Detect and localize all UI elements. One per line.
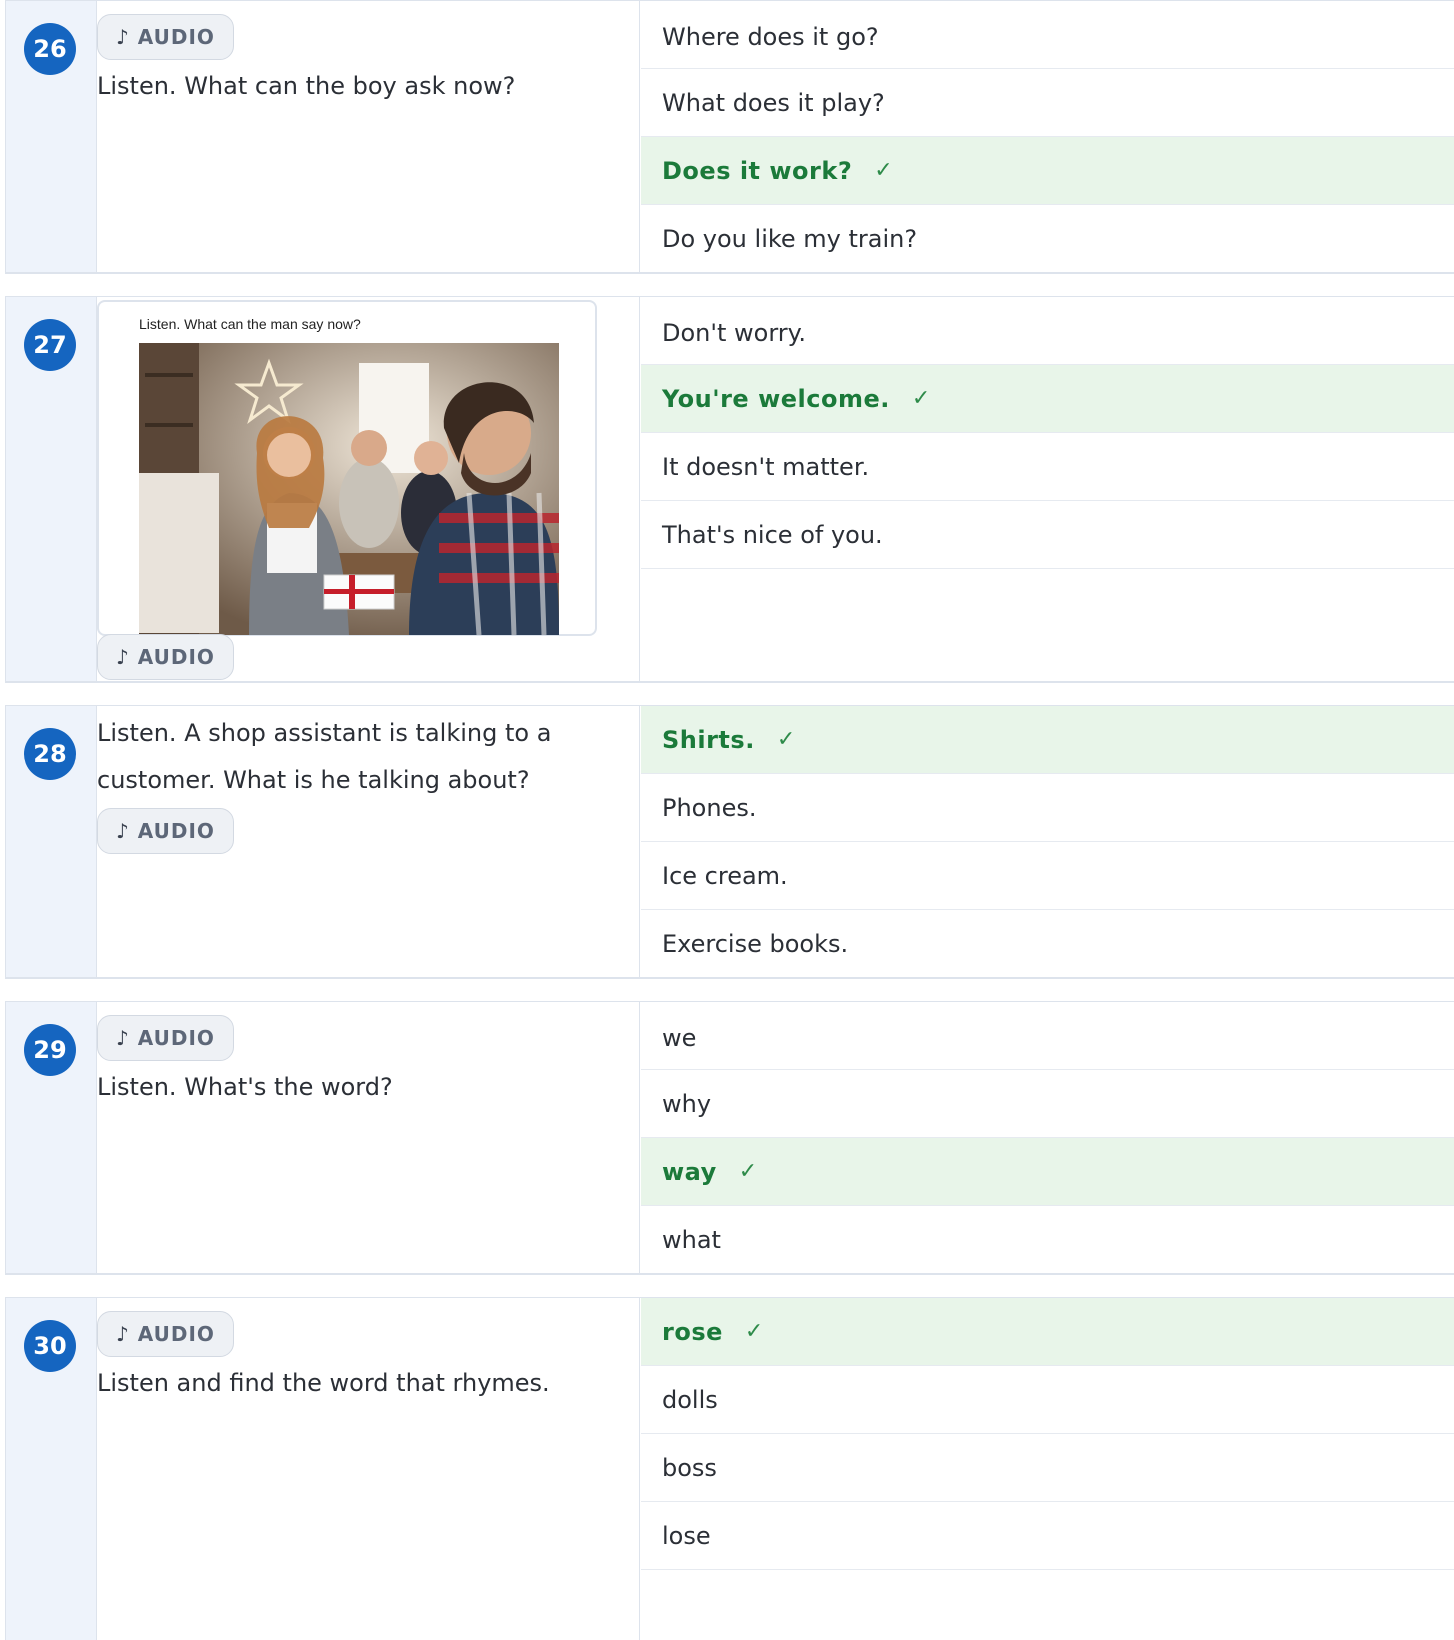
question-number-column: 28 bbox=[6, 706, 97, 977]
answer-option[interactable]: we bbox=[641, 1006, 1454, 1070]
answer-options: Where does it go? What does it play? Doe… bbox=[641, 1, 1454, 272]
question-27: 27 Listen. What can the man say now? ♪ A… bbox=[5, 296, 1454, 683]
answer-options: we why way ✓ what bbox=[641, 1002, 1454, 1273]
question-prompt: ♪ AUDIO Listen and find the word that rh… bbox=[97, 1298, 640, 1640]
answer-options: Shirts. ✓ Phones. Ice cream. Exercise boo… bbox=[641, 706, 1454, 977]
checkmark-icon: ✓ bbox=[776, 727, 796, 752]
answer-option[interactable]: Do you like my train? bbox=[641, 205, 1454, 272]
audio-button[interactable]: ♪ AUDIO bbox=[97, 14, 234, 60]
checkmark-icon: ✓ bbox=[911, 386, 931, 411]
question-number-column: 27 bbox=[6, 297, 97, 681]
prompt-text: Listen. What can the boy ask now? bbox=[97, 72, 516, 100]
answer-option[interactable]: why bbox=[641, 1070, 1454, 1138]
answer-option[interactable]: That's nice of you. bbox=[641, 501, 1454, 569]
answer-option-correct[interactable]: Does it work? ✓ bbox=[641, 137, 1454, 205]
question-photo bbox=[139, 343, 559, 635]
question-number-badge: 26 bbox=[24, 23, 76, 75]
prompt-text: Listen. What's the word? bbox=[97, 1073, 393, 1101]
answer-option[interactable]: Exercise books. bbox=[641, 910, 1454, 977]
question-number-badge: 27 bbox=[24, 319, 76, 371]
question-number-column: 29 bbox=[6, 1002, 97, 1273]
answer-option-correct[interactable]: You're welcome. ✓ bbox=[641, 365, 1454, 433]
music-note-icon: ♪ bbox=[116, 1322, 130, 1346]
audio-button-label: AUDIO bbox=[137, 25, 215, 49]
answer-options: Don't worry. You're welcome. ✓ It doesn't… bbox=[641, 297, 1454, 681]
checkmark-icon: ✓ bbox=[744, 1319, 764, 1344]
gift-exchange-photo bbox=[139, 343, 559, 635]
audio-button-label: AUDIO bbox=[137, 645, 215, 669]
question-number-badge: 30 bbox=[24, 1320, 76, 1372]
question-prompt: ♪ AUDIO Listen. What's the word? bbox=[97, 1002, 640, 1273]
question-image-card: Listen. What can the man say now? bbox=[97, 300, 597, 636]
answer-options: rose ✓ dolls boss lose bbox=[641, 1298, 1454, 1640]
question-number-badge: 28 bbox=[24, 728, 76, 780]
question-number-column: 26 bbox=[6, 1, 97, 272]
audio-button[interactable]: ♪ AUDIO bbox=[97, 808, 234, 854]
answer-option[interactable]: boss bbox=[641, 1434, 1454, 1502]
question-26: 26 ♪ AUDIO Listen. What can the boy ask … bbox=[5, 0, 1454, 274]
image-caption: Listen. What can the man say now? bbox=[139, 316, 361, 332]
checkmark-icon: ✓ bbox=[738, 1159, 758, 1184]
question-number-column: 30 bbox=[6, 1298, 97, 1640]
question-29: 29 ♪ AUDIO Listen. What's the word? we w… bbox=[5, 1001, 1454, 1275]
answer-option[interactable]: It doesn't matter. bbox=[641, 433, 1454, 501]
answer-option[interactable]: dolls bbox=[641, 1366, 1454, 1434]
audio-button-label: AUDIO bbox=[137, 1322, 215, 1346]
answer-option-correct[interactable]: way ✓ bbox=[641, 1138, 1454, 1206]
audio-button-label: AUDIO bbox=[137, 1026, 215, 1050]
music-note-icon: ♪ bbox=[116, 645, 130, 669]
answer-option[interactable]: Don't worry. bbox=[641, 301, 1454, 365]
answer-option[interactable]: Ice cream. bbox=[641, 842, 1454, 910]
question-30: 30 ♪ AUDIO Listen and find the word that… bbox=[5, 1297, 1454, 1640]
prompt-text: Listen and find the word that rhymes. bbox=[97, 1369, 550, 1397]
audio-button[interactable]: ♪ AUDIO bbox=[97, 1311, 234, 1357]
question-prompt: Listen. A shop assistant is talking to a… bbox=[97, 706, 640, 977]
answer-option-correct[interactable]: rose ✓ bbox=[641, 1298, 1454, 1366]
answer-option[interactable]: what bbox=[641, 1206, 1454, 1273]
audio-button[interactable]: ♪ AUDIO bbox=[97, 1015, 234, 1061]
answer-option[interactable]: lose bbox=[641, 1502, 1454, 1570]
prompt-text: Listen. A shop assistant is talking to a… bbox=[97, 719, 552, 794]
music-note-icon: ♪ bbox=[116, 25, 130, 49]
audio-button[interactable]: ♪ AUDIO bbox=[97, 634, 234, 680]
music-note-icon: ♪ bbox=[116, 819, 130, 843]
audio-button-label: AUDIO bbox=[137, 819, 215, 843]
checkmark-icon: ✓ bbox=[874, 158, 894, 183]
question-prompt: ♪ AUDIO Listen. What can the boy ask now… bbox=[97, 1, 640, 272]
answer-option[interactable]: What does it play? bbox=[641, 69, 1454, 137]
question-number-badge: 29 bbox=[24, 1024, 76, 1076]
answer-option[interactable]: Where does it go? bbox=[641, 5, 1454, 69]
answer-option-correct[interactable]: Shirts. ✓ bbox=[641, 706, 1454, 774]
question-prompt: Listen. What can the man say now? ♪ AUDI… bbox=[97, 297, 640, 681]
question-28: 28 Listen. A shop assistant is talking t… bbox=[5, 705, 1454, 979]
answer-option[interactable]: Phones. bbox=[641, 774, 1454, 842]
music-note-icon: ♪ bbox=[116, 1026, 130, 1050]
